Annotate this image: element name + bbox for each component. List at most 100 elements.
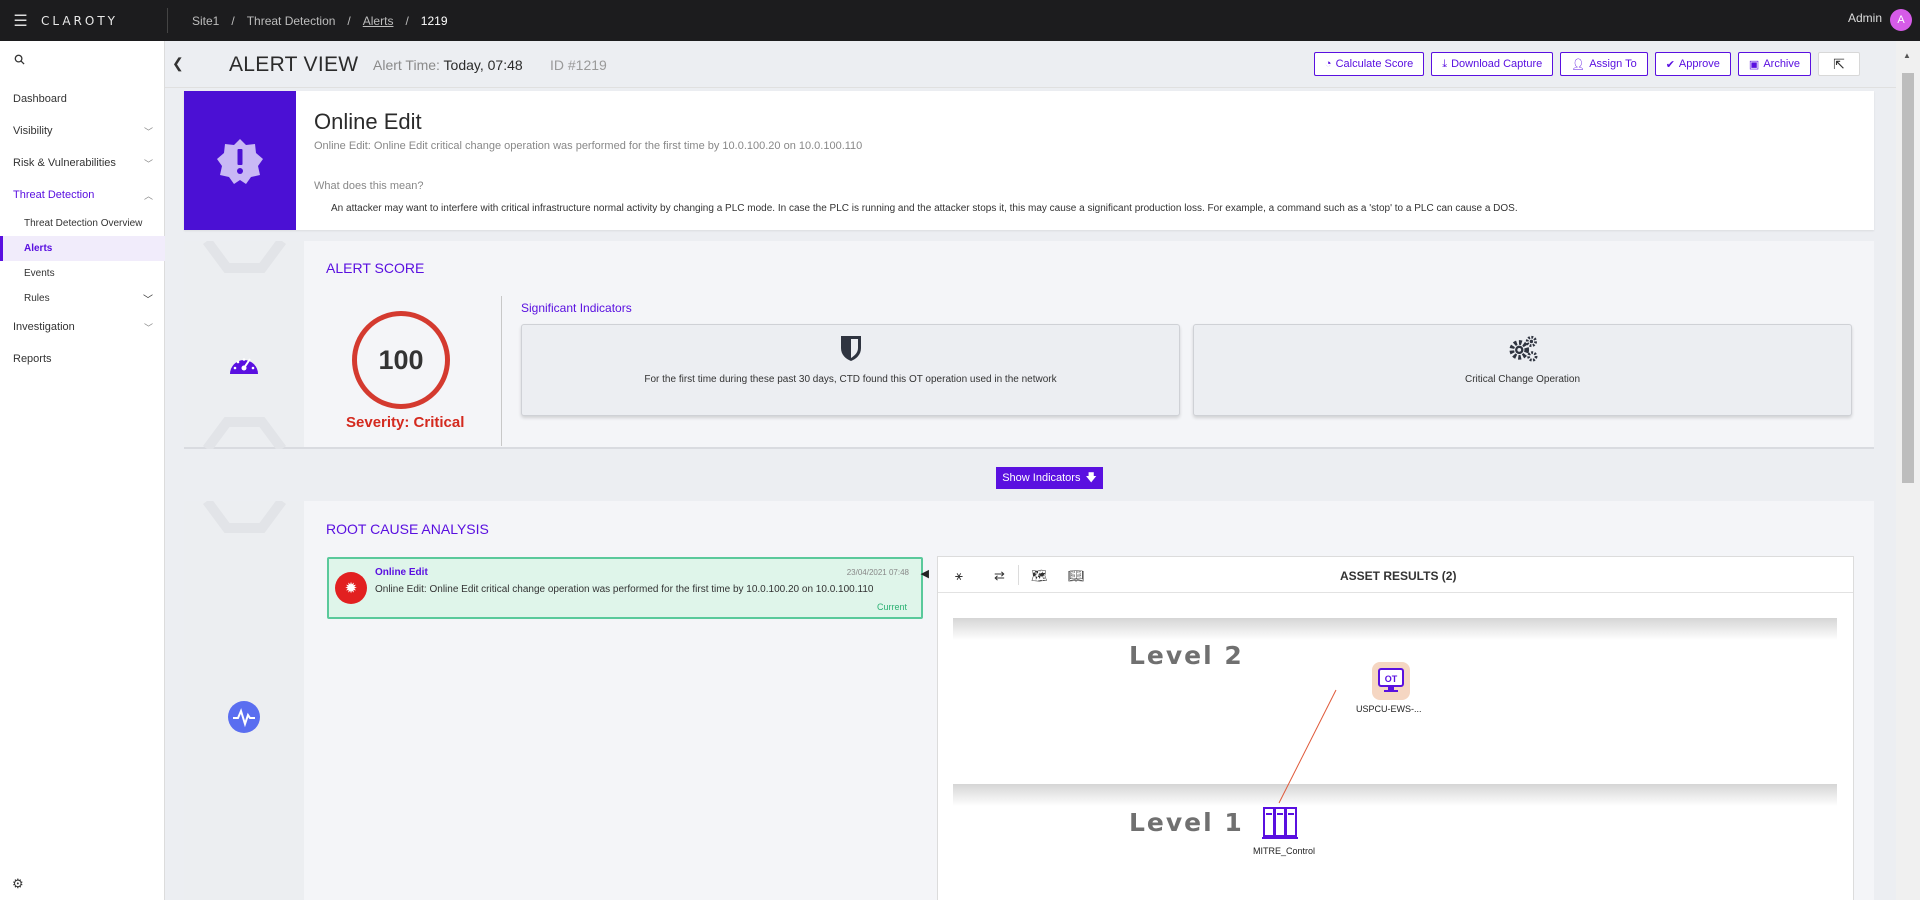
alert-question: What does this mean? (314, 180, 424, 192)
sidebar-item-label: Visibility (13, 125, 53, 137)
activity-pulse-icon (228, 701, 260, 733)
event-card-current[interactable]: ✹ Online Edit 23/04/2021 07:48 Online Ed… (327, 557, 929, 619)
search-icon[interactable] (14, 54, 25, 68)
back-arrow-icon[interactable]: ❮ (172, 55, 184, 72)
main-content: ❮ ALERT VIEW Alert Time: Today, 07:48 ID… (165, 41, 1896, 900)
gear-icon[interactable]: ⚙ (12, 876, 24, 892)
sidebar-item-rules[interactable]: Rules ﹀ (0, 286, 165, 311)
breadcrumb-slash: / (347, 13, 351, 28)
page-scrollbar[interactable]: ▲ (1896, 41, 1920, 900)
user-icon: 👤︎ (1571, 58, 1586, 71)
alert-badge-panel (184, 91, 296, 230)
scrollbar-thumb[interactable] (1902, 73, 1914, 483)
sidebar-item-label: Alerts (24, 243, 53, 254)
sidebar-item-threat-detection[interactable]: Threat Detection ︿ (0, 179, 165, 211)
sidebar-item-threat-detection-overview[interactable]: Threat Detection Overview (0, 211, 165, 236)
ot-workstation-icon[interactable]: OT (1372, 662, 1410, 700)
breadcrumb-threat-detection[interactable]: Threat Detection (247, 14, 336, 28)
gear-alert-icon: ✹ (335, 572, 367, 604)
archive-label: Archive (1763, 58, 1800, 70)
chevron-down-icon: ﹀ (143, 322, 153, 333)
sidebar-item-events[interactable]: Events (0, 261, 165, 286)
event-name[interactable]: Online Edit (375, 567, 428, 578)
share-icon: ⇱ (1833, 55, 1845, 72)
breadcrumb-slash: / (231, 13, 235, 28)
archive-button[interactable]: ▣ Archive (1737, 52, 1811, 76)
alert-score-title: ALERT SCORE (326, 260, 425, 276)
calculate-score-label: Calculate Score (1335, 58, 1414, 70)
sidebar-item-visibility[interactable]: Visibility ﹀ (0, 115, 165, 147)
event-date: 23/04/2021 07:48 (846, 568, 909, 577)
breadcrumb-current: 1219 (420, 13, 448, 28)
indicator-text: For the first time during these past 30 … (644, 374, 1057, 385)
user-name[interactable]: Admin (1848, 11, 1882, 25)
chevron-down-icon: ﹀ (143, 126, 153, 137)
approve-label: Approve (1678, 58, 1720, 70)
sidebar-item-reports[interactable]: Reports (0, 343, 165, 375)
network-graph-icon[interactable]: ⚹ (955, 568, 963, 584)
section-gutter (184, 501, 304, 900)
action-toolbar: ◔ Calculate Score ⤓ Download Capture 👤︎ Ass… (1313, 52, 1860, 76)
purdue-level-map[interactable]: Level 2 Level 1 OT USPCU-EWS-... MITRE_C… (953, 618, 1837, 900)
show-indicators-label: Show Indicators (1002, 472, 1081, 484)
alert-subtitle: Online Edit: Online Edit critical change… (314, 140, 863, 152)
swap-arrows-icon[interactable]: ⇄ (994, 568, 1005, 584)
breadcrumb: Site1 / Threat Detection / Alerts / 1219 (192, 14, 448, 28)
asset-label[interactable]: MITRE_Control (1253, 846, 1315, 856)
svg-text:OT: OT (1385, 674, 1398, 684)
speedometer-icon (230, 358, 258, 374)
gauge-icon: ◔ (1324, 58, 1332, 70)
download-icon: ⤓ (1442, 57, 1448, 70)
asset-results-title: ASSET RESULTS (2) (1340, 569, 1457, 583)
asset-connection-line (1278, 689, 1337, 804)
alert-description: An attacker may want to interfere with c… (331, 203, 1518, 214)
calculate-score-button[interactable]: ◔ Calculate Score (1313, 52, 1425, 76)
avatar[interactable]: A (1890, 9, 1912, 31)
chevron-down-icon: ﹀ (143, 158, 153, 169)
breadcrumb-alerts[interactable]: Alerts (363, 14, 394, 28)
indicator-card-first-time[interactable]: For the first time during these past 30 … (521, 324, 1180, 416)
breadcrumb-site[interactable]: Site1 (192, 14, 219, 28)
asset-label[interactable]: USPCU-EWS-... (1356, 704, 1422, 714)
significant-indicators-label: Significant Indicators (521, 301, 632, 315)
sidebar-item-alerts[interactable]: Alerts (0, 236, 165, 261)
asset-results-panel: ⚹ ⇄ 🗺︎ 📖︎ ASSET RESULTS (2) Level 2 Leve… (937, 556, 1854, 900)
download-capture-button[interactable]: ⤓ Download Capture (1431, 52, 1554, 76)
show-indicators-button[interactable]: Show Indicators 🡇 (996, 467, 1103, 489)
approve-button[interactable]: ✔ Approve (1654, 52, 1731, 76)
scroll-up-arrow-icon[interactable]: ▲ (1903, 51, 1911, 60)
indicator-card-critical-change[interactable]: Critical Change Operation (1193, 324, 1852, 416)
page-title: ALERT VIEW (229, 53, 359, 76)
sidebar-item-risk-vulnerabilities[interactable]: Risk & Vulnerabilities ﹀ (0, 147, 165, 179)
breadcrumb-slash: / (405, 13, 409, 28)
sidebar-item-dashboard[interactable]: Dashboard (0, 83, 165, 115)
sidebar-item-label: Risk & Vulnerabilities (13, 157, 116, 169)
sidebar-item-investigation[interactable]: Investigation ﹀ (0, 311, 165, 343)
collapse-arrow-icon[interactable]: ◀ (921, 567, 929, 580)
asset-toolbar: ⚹ ⇄ 🗺︎ 📖︎ ASSET RESULTS (2) (938, 557, 1853, 593)
alert-time-value: Today, 07:48 (443, 57, 523, 73)
sidebar-item-label: Dashboard (13, 93, 67, 105)
alert-header: ❮ ALERT VIEW Alert Time: Today, 07:48 ID… (165, 41, 1896, 88)
alert-id: ID #1219 (550, 57, 607, 73)
archive-icon: ▣ (1748, 58, 1760, 71)
claroty-logo[interactable]: CLAROTY (41, 14, 167, 28)
assign-to-button[interactable]: 👤︎ Assign To (1560, 52, 1648, 76)
score-circle: 100 (352, 311, 450, 409)
severity-label: Severity: Critical (346, 414, 465, 431)
book-icon[interactable]: 📖︎ (1068, 568, 1085, 584)
score-divider (501, 296, 502, 446)
sidebar-item-label: Threat Detection Overview (24, 218, 143, 229)
map-icon[interactable]: 🗺︎ (1031, 568, 1048, 584)
alert-title: Online Edit (314, 109, 422, 134)
sidebar-item-label: Rules (24, 293, 50, 304)
topbar-divider (167, 8, 168, 33)
event-message: Online Edit: Online Edit critical change… (375, 584, 874, 595)
sidebar: Dashboard Visibility ﹀ Risk & Vulnerabili… (0, 41, 165, 900)
sidebar-item-label: Threat Detection (13, 189, 95, 201)
assign-to-label: Assign To (1589, 58, 1637, 70)
share-button[interactable]: ⇱ (1818, 52, 1860, 76)
sidebar-item-label: Reports (13, 353, 52, 365)
hamburger-menu-icon[interactable]: ☰ (0, 0, 41, 41)
controller-rack-icon[interactable] (1262, 806, 1298, 840)
